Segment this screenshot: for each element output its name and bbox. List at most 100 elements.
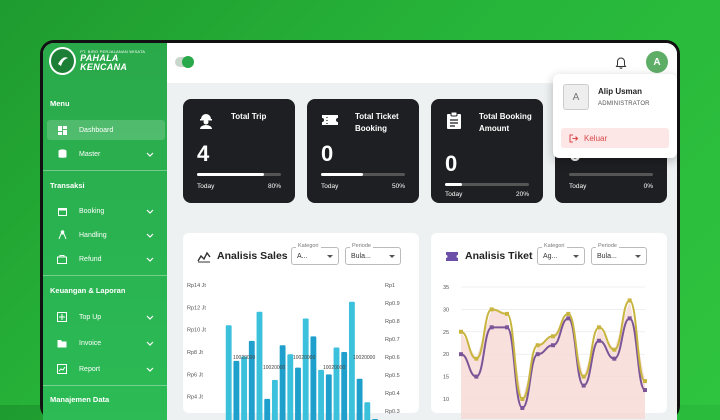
sidebar-item-invoice[interactable]: Invoice	[47, 333, 165, 353]
series-point	[520, 397, 524, 401]
series-point	[597, 325, 601, 329]
card-percent: 80%	[268, 183, 281, 190]
series-point	[520, 406, 524, 410]
panel-analisis-sales: Analisis Sales Kategori A... Periode Bul…	[183, 233, 419, 413]
y-tick-label: Rp4 Jt	[187, 395, 203, 401]
y2-tick-label: Rp0.9	[385, 301, 400, 307]
dropdown-avatar: A	[563, 84, 589, 110]
field-value: Ag...	[543, 253, 557, 260]
series-point	[643, 379, 647, 383]
series-point	[628, 298, 632, 302]
sales-bar	[264, 399, 270, 420]
y2-tick-label: Rp1	[385, 283, 395, 289]
clipboard-icon	[445, 111, 463, 129]
chevron-down-icon	[145, 149, 155, 159]
card-percent: 0%	[644, 183, 653, 190]
sidebar-item-topup[interactable]: Top Up	[47, 307, 165, 327]
chevron-down-icon	[145, 206, 155, 216]
y-tick-label: 30	[443, 307, 449, 313]
bar-data-label: 10020000	[233, 355, 255, 361]
trend-icon	[197, 249, 211, 263]
series-point	[582, 375, 586, 379]
y-tick-label: 20	[443, 352, 449, 358]
series-point	[566, 312, 570, 316]
card-title: Total Booking Amount	[479, 111, 541, 135]
sales-bar	[257, 312, 263, 420]
y2-tick-label: Rp0.7	[385, 337, 400, 343]
caret-down-icon	[389, 255, 395, 258]
field-value: Bula...	[597, 253, 617, 260]
bar-data-label: 10020000	[353, 355, 375, 361]
refund-icon	[57, 254, 67, 264]
caret-down-icon	[327, 255, 333, 258]
bell-icon[interactable]	[615, 57, 627, 69]
logout-label: Keluar	[584, 134, 607, 143]
sidebar-toggle[interactable]	[175, 57, 193, 67]
sidebar-item-refund[interactable]: Refund	[47, 249, 165, 269]
sidebar-item-label: Top Up	[79, 314, 101, 321]
user-role: ADMINISTRATOR	[598, 101, 650, 107]
field-label: Periode	[596, 243, 619, 249]
periode-select[interactable]: Periode Bula...	[591, 247, 647, 265]
y2-tick-label: Rp0.8	[385, 319, 400, 325]
series-point	[474, 357, 478, 361]
sidebar-item-label: Refund	[79, 256, 102, 263]
card-progress-fill	[445, 183, 462, 186]
user-avatar-button[interactable]: A	[646, 51, 668, 73]
sidebar-item-handling[interactable]: Handling	[47, 225, 165, 245]
card-title: Total Ticket Booking	[355, 111, 417, 135]
panel-title: Analisis Sales	[217, 250, 288, 262]
logo-mark-icon	[49, 47, 76, 75]
card-progress-bar	[569, 173, 653, 176]
panel-title: Analisis Tiket	[465, 250, 533, 262]
sales-bar	[326, 374, 332, 420]
bar-data-label: 10020000	[263, 365, 285, 371]
chevron-down-icon	[145, 338, 155, 348]
sidebar-item-report[interactable]: Report	[47, 359, 165, 379]
periode-select[interactable]: Periode Bula...	[345, 247, 401, 265]
card-progress-bar	[321, 173, 405, 176]
app-screen: PT. BIRO PERJALANAN WISATA PAHALA KENCAN…	[43, 43, 677, 420]
sales-bar	[249, 341, 255, 420]
field-value: A...	[297, 253, 308, 260]
sales-bar	[280, 345, 286, 420]
chevron-down-icon	[145, 230, 155, 240]
card-period: Today	[569, 183, 586, 190]
y-tick-label: Rp8 Jt	[187, 350, 203, 356]
series-point	[612, 357, 616, 361]
series-point	[551, 334, 555, 338]
sales-bar	[357, 379, 363, 420]
sidebar-item-label: Report	[79, 366, 100, 373]
kategori-select[interactable]: Kategori A...	[291, 247, 339, 265]
sidebar-item-dashboard[interactable]: Dashboard	[47, 120, 165, 140]
sidebar-item-booking[interactable]: Booking	[47, 201, 165, 221]
sales-bar	[295, 368, 301, 420]
series-point	[459, 330, 463, 334]
series-point	[505, 325, 509, 329]
y-tick-label: Rp6 Jt	[187, 372, 203, 378]
sales-bar	[310, 336, 316, 420]
calendar-icon	[57, 206, 67, 216]
bar-data-label: 10020000	[293, 355, 315, 361]
logout-button[interactable]: Keluar	[561, 128, 669, 148]
sidebar-item-label: Dashboard	[79, 127, 113, 134]
sidebar-divider	[43, 170, 167, 171]
card-percent: 50%	[392, 183, 405, 190]
brand-logo[interactable]: PT. BIRO PERJALANAN WISATA PAHALA KENCAN…	[49, 45, 165, 77]
ticket-icon	[445, 249, 459, 263]
sales-bar	[241, 356, 247, 420]
database-icon	[57, 149, 67, 159]
card-value: 0	[445, 151, 457, 177]
logout-icon	[569, 134, 578, 143]
device-frame: PT. BIRO PERJALANAN WISATA PAHALA KENCAN…	[40, 40, 680, 420]
series-point	[459, 352, 463, 356]
y-tick-label: Rp14 Jt	[187, 283, 206, 289]
stat-card-total-ticket-booking: Total Ticket Booking 0 Today50%	[307, 99, 419, 203]
stat-card-total-booking-amount: Total Booking Amount 0 Today20%	[431, 99, 543, 203]
kategori-select[interactable]: Kategori Ag...	[537, 247, 585, 265]
sidebar-item-master[interactable]: Master	[47, 144, 165, 164]
sidebar-item-label: Handling	[79, 232, 107, 239]
field-label: Periode	[350, 243, 373, 249]
card-progress-fill	[197, 173, 264, 176]
tiket-line-chart: 101520253035	[431, 273, 667, 420]
